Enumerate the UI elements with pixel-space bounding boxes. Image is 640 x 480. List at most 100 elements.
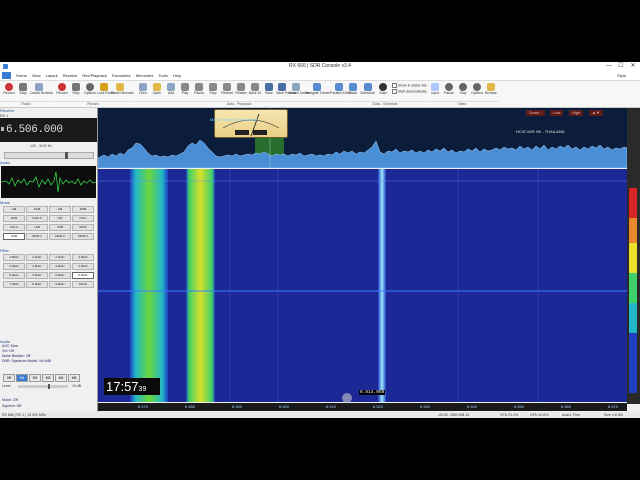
agc-button-m4[interactable]: M4	[55, 374, 67, 382]
filter-button-3[interactable]: 3.0kHz	[72, 254, 94, 261]
show-in-status-bar-check[interactable]: Show in status bar	[392, 83, 427, 88]
power-browse-button[interactable]: Power Browse	[111, 82, 134, 100]
agc-button-m3[interactable]: M3	[42, 374, 54, 382]
stop2-button[interactable]: Stop	[69, 82, 83, 100]
start-automatically-check[interactable]: Start automatically	[392, 89, 427, 94]
mode-button-14[interactable]: DRM-2	[49, 233, 71, 240]
filter-button-12[interactable]: 7.0kHz	[3, 281, 25, 288]
mode-button-0[interactable]: AM	[3, 206, 25, 213]
maximize-icon[interactable]: ☐	[615, 62, 627, 71]
rewind-button[interactable]: Rewind	[220, 82, 234, 100]
filter-button-5[interactable]: 3.6kHz	[26, 263, 48, 270]
filter-button-6[interactable]: 4.0kHz	[49, 263, 71, 270]
filter-button-10[interactable]: 6.0kHz	[49, 272, 71, 279]
files-button[interactable]: Files	[136, 82, 150, 100]
video-pause-button[interactable]: Pause	[442, 82, 456, 100]
filter-button-14[interactable]: 9.0kHz	[49, 281, 71, 288]
video-browse-button[interactable]: Browse	[484, 82, 498, 100]
spectrum-display[interactable]: Marine Weather Broadcast HCIS VAR HK - T…	[98, 108, 627, 168]
agc-button-off[interactable]: Off	[3, 374, 15, 382]
stop3-button[interactable]: Stop	[206, 82, 220, 100]
menu-home[interactable]: Home	[16, 73, 27, 78]
play-button[interactable]: Play	[178, 82, 192, 100]
close-icon[interactable]: ✕	[627, 62, 639, 71]
mode-button-6[interactable]: CW	[49, 215, 71, 222]
navigate-center-button[interactable]: Navigate Center	[305, 82, 330, 100]
filter-button-15[interactable]: 10kHz	[72, 281, 94, 288]
save-passes-button[interactable]: Save Passes	[276, 82, 296, 100]
record-button[interactable]: Record	[2, 82, 16, 100]
filter-button-4[interactable]: 3.3kHz	[3, 263, 25, 270]
lock-radio-button[interactable]: Lock Radio	[97, 82, 115, 100]
menu-help[interactable]: Help	[173, 73, 181, 78]
menu-tools[interactable]: Tools	[158, 73, 167, 78]
filter-button-1[interactable]: 2.4kHz	[26, 254, 48, 261]
save-icon	[265, 83, 273, 91]
video-options-button[interactable]: Options	[470, 82, 484, 100]
menu-favourites[interactable]: Favourites	[112, 73, 131, 78]
save-button[interactable]: Save	[262, 82, 276, 100]
mode-button-11[interactable]: WFM	[72, 224, 94, 231]
cache-browse-button[interactable]: Cache Browse	[30, 82, 53, 100]
mode-button-2[interactable]: AM	[49, 206, 71, 213]
frequency-display[interactable]: 6.506.000	[0, 118, 97, 142]
volume-thumb[interactable]	[65, 152, 68, 159]
stop-button[interactable]: Stop	[16, 82, 30, 100]
agc-button-m5[interactable]: M5	[68, 374, 80, 382]
scale-button[interactable]: Scale...	[526, 110, 546, 116]
input-button[interactable]: Input	[428, 82, 442, 100]
record2-button[interactable]: Record	[55, 82, 69, 100]
restart-button[interactable]: Restart	[234, 82, 248, 100]
add-button[interactable]: Add	[164, 82, 178, 100]
open-button[interactable]: Open	[150, 82, 164, 100]
data-button[interactable]: Data	[346, 82, 360, 100]
ribbon-toolbar: Record Stop Cache Browse Record Stop Opt…	[0, 81, 640, 108]
filter-button-0[interactable]: 1.8kHz	[3, 254, 25, 261]
guard-center-button[interactable]: Guard Center	[289, 82, 310, 100]
low-button[interactable]: Low	[550, 110, 564, 116]
agc-button-m2[interactable]: M2	[29, 374, 41, 382]
mode-button-13[interactable]: DRM-1	[26, 233, 48, 240]
options-button[interactable]: Options	[83, 82, 97, 100]
mode-button-1[interactable]: SAM	[26, 206, 48, 213]
menu-rec-playback[interactable]: Rec/Playback	[82, 73, 106, 78]
high-button[interactable]: High	[569, 110, 584, 116]
back10-button[interactable]: Back 10	[248, 82, 262, 100]
filter-button-2[interactable]: 2.7kHz	[49, 254, 71, 261]
menu-view[interactable]: View	[32, 73, 41, 78]
minimize-icon[interactable]: —	[603, 62, 615, 71]
waterfall-display[interactable]	[98, 169, 627, 402]
mode-button-10[interactable]: USB	[49, 224, 71, 231]
video-stop-button[interactable]: Stop	[456, 82, 470, 100]
volume-slider[interactable]	[4, 152, 94, 159]
mode-button-4[interactable]: NFM	[3, 215, 25, 222]
menu-layout[interactable]: Layout	[46, 73, 58, 78]
mode-button-8[interactable]: CW-U	[3, 224, 25, 231]
filter-button-7[interactable]: 4.5kHz	[72, 263, 94, 270]
style-menu[interactable]: Style	[617, 71, 626, 80]
mode-button-15[interactable]: DRM-3	[72, 233, 94, 240]
axis-tick-label: 6.540	[467, 404, 478, 409]
level-slider[interactable]	[18, 384, 68, 389]
mode-button-12[interactable]: USB	[3, 233, 25, 240]
axis-tick-label: 6.490	[232, 404, 243, 409]
mode-button-3[interactable]: DSB	[72, 206, 94, 213]
mode-button-9[interactable]: LSB	[26, 224, 48, 231]
filter-button-8[interactable]: 5.0kHz	[3, 272, 25, 279]
start-button[interactable]: Start	[376, 82, 390, 100]
menu-receive[interactable]: Receive	[63, 73, 77, 78]
mode-button-7[interactable]: CW-L	[72, 215, 94, 222]
step-button[interactable]: ▲▼	[589, 110, 603, 116]
cache-icon	[35, 83, 43, 91]
mode-button-5[interactable]: SAM-S	[26, 215, 48, 222]
filter-button-13[interactable]: 8.0kHz	[26, 281, 48, 288]
frequency-axis[interactable]: 6.470 6.480 6.490 6.500 6.510 6.520 6.530 6.540…	[98, 403, 627, 411]
filter-button-9[interactable]: 5.5kHz	[26, 272, 48, 279]
level-thumb[interactable]	[48, 384, 50, 389]
app-menu-icon[interactable]	[2, 72, 11, 80]
schedule-button[interactable]: Schedule	[360, 82, 375, 100]
agc-button-m1[interactable]: M1	[16, 374, 28, 382]
filter-button-11[interactable]: 6.5kHz	[72, 272, 94, 279]
menu-memories[interactable]: Memories	[136, 73, 154, 78]
pause-button[interactable]: Pause	[192, 82, 206, 100]
